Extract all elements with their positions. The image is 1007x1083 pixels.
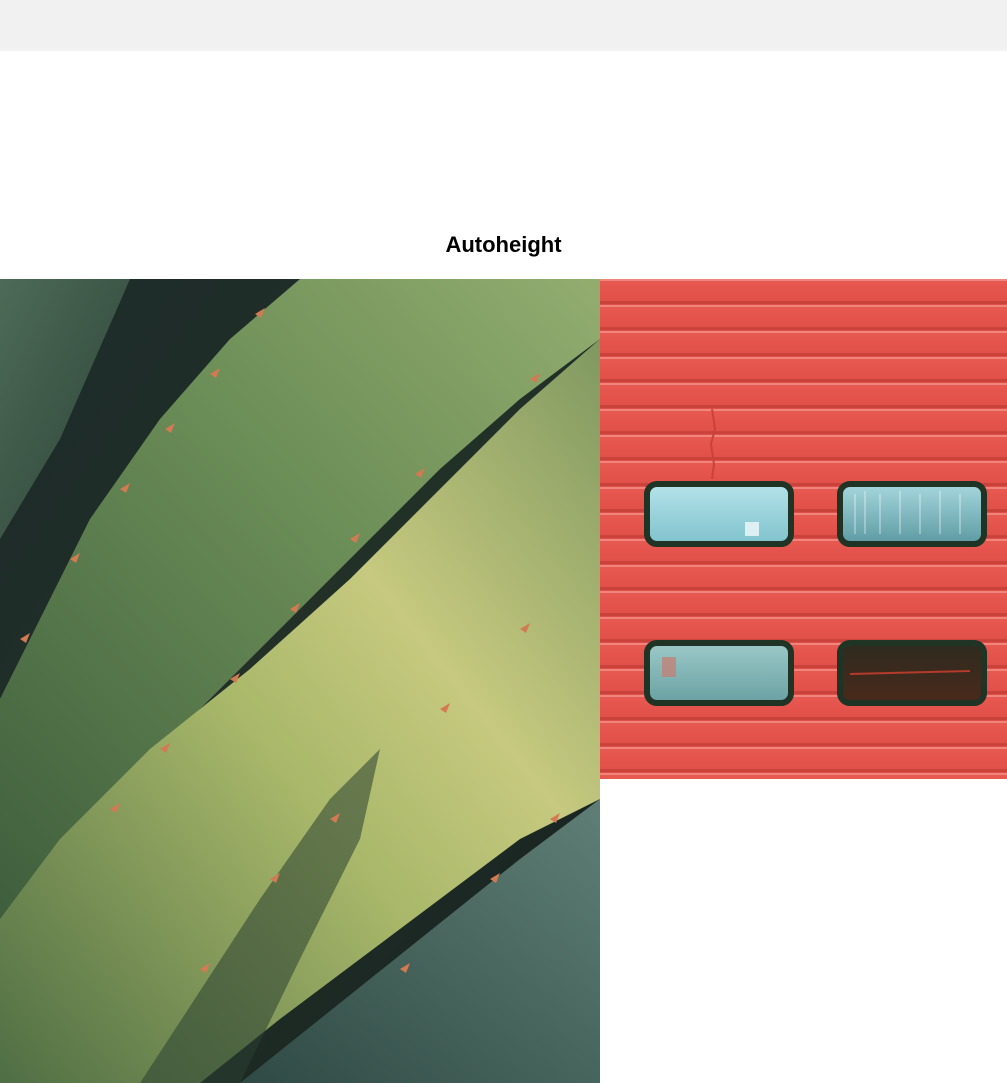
- agave-leaves-photo: [0, 279, 600, 1083]
- slide-agave-image[interactable]: [0, 279, 600, 1083]
- page-title: Autoheight: [445, 232, 562, 257]
- slide-garage-image[interactable]: [600, 279, 1007, 779]
- image-slider[interactable]: [0, 279, 1007, 1083]
- red-garage-door-photo: [600, 279, 1007, 779]
- top-bar: [0, 0, 1007, 51]
